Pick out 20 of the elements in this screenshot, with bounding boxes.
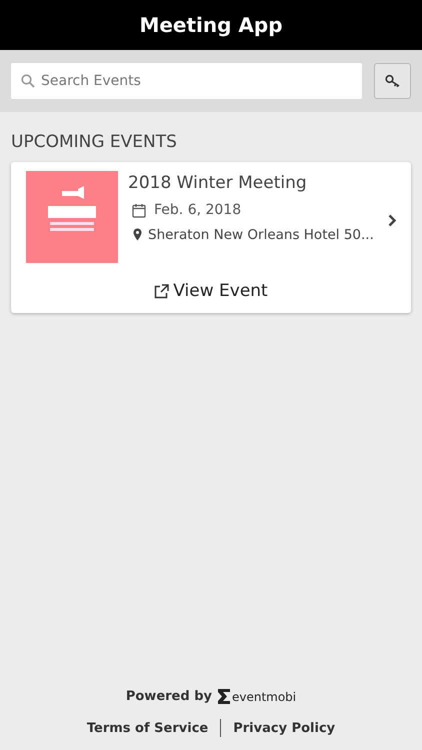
chevron-right-icon[interactable] xyxy=(388,214,397,227)
view-event-button[interactable]: View Event xyxy=(154,278,268,304)
search-field[interactable]: Search Events xyxy=(11,63,362,99)
external-link-icon xyxy=(154,284,170,299)
calendar-icon xyxy=(132,202,146,218)
key-icon xyxy=(384,74,400,88)
footer-link[interactable]: Privacy Policy xyxy=(233,718,336,738)
footer-link[interactable]: Terms of Service xyxy=(86,718,208,738)
brand-name: eventmobi xyxy=(232,688,296,706)
location-pin-icon xyxy=(133,228,142,242)
event-card[interactable]: 2018 Winter Meeting Feb. 6, 2018 Sheraton New Orleans Hotel 50... View Event xyxy=(11,162,411,313)
brand-logo-icon xyxy=(218,689,230,704)
event-title[interactable]: 2018 Winter Meeting xyxy=(128,170,378,194)
event-date: Feb. 6, 2018 xyxy=(154,200,242,220)
section-heading: UPCOMING EVENTS xyxy=(10,131,178,154)
app-title: Meeting App xyxy=(139,12,283,39)
search-icon xyxy=(21,74,35,88)
key-button[interactable] xyxy=(374,63,411,99)
event-location: Sheraton New Orleans Hotel 50... xyxy=(148,226,374,244)
powered-by-label: Powered by xyxy=(126,688,212,706)
